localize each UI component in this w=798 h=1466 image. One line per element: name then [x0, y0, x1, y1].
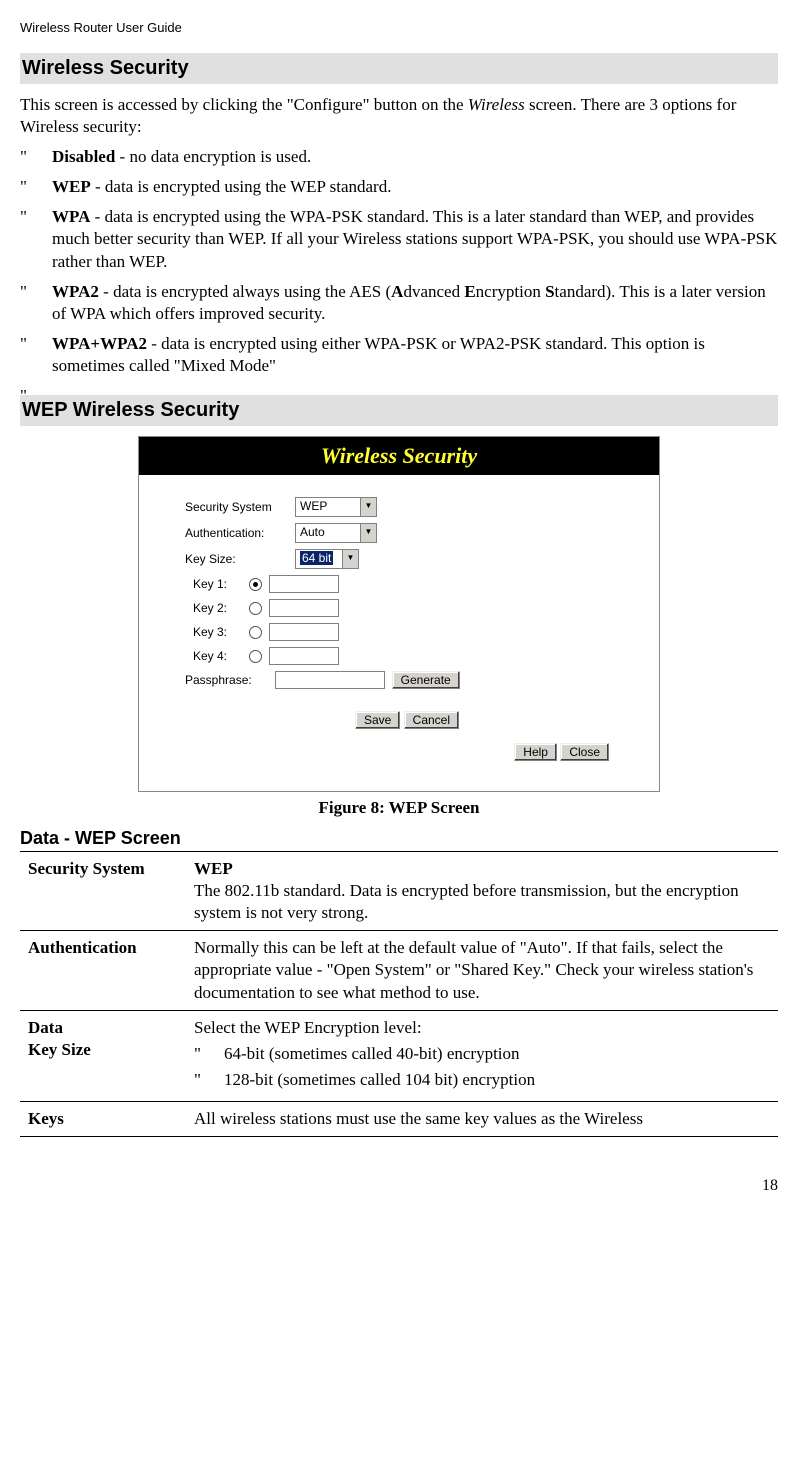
chevron-down-icon: ▼: [360, 498, 376, 516]
bullet-bold: WPA: [52, 207, 90, 226]
close-button[interactable]: Close: [560, 743, 609, 761]
key4-input[interactable]: [269, 647, 339, 665]
cell-keysize-label: Data Key Size: [20, 1010, 186, 1101]
section-wep-heading: WEP Wireless Security: [20, 395, 778, 426]
security-system-value: WEP: [300, 499, 327, 513]
key2-input[interactable]: [269, 599, 339, 617]
data-label2: Key Size: [28, 1040, 91, 1059]
intro-pre: This screen is accessed by clicking the …: [20, 95, 468, 114]
security-options-list: Disabled - no data encryption is used. W…: [20, 146, 778, 377]
key2-label: Key 2:: [185, 601, 249, 615]
bullet-text: - data is encrypted using the WEP standa…: [91, 177, 392, 196]
screenshot-title: Wireless Security: [139, 437, 659, 475]
cell-security-system-label: Security System: [20, 852, 186, 931]
aes-a2: dvanced: [403, 282, 464, 301]
key3-input[interactable]: [269, 623, 339, 641]
intro-paragraph: This screen is accessed by clicking the …: [20, 94, 778, 138]
list-item: WPA - data is encrypted using the WPA-PS…: [20, 206, 778, 272]
chevron-down-icon: ▼: [342, 550, 358, 568]
wep-bold: WEP: [194, 859, 233, 878]
keysize-select[interactable]: 64 bit ▼: [295, 549, 359, 569]
security-system-select[interactable]: WEP ▼: [295, 497, 377, 517]
bullet-text-pre: - data is encrypted always using the AES…: [99, 282, 391, 301]
cell-auth-label: Authentication: [20, 931, 186, 1010]
cell-keysize-desc: Select the WEP Encryption level: 64-bit …: [186, 1010, 778, 1101]
list-item: WPA+WPA2 - data is encrypted using eithe…: [20, 333, 778, 377]
section-wireless-security-heading: Wireless Security: [20, 53, 778, 84]
bullet-text: - data is encrypted using either WPA-PSK…: [52, 334, 705, 375]
cell-auth-desc: Normally this can be left at the default…: [186, 931, 778, 1010]
chevron-down-icon: ▼: [360, 524, 376, 542]
aes-e: E: [464, 282, 475, 301]
list-item: 64-bit (sometimes called 40-bit) encrypt…: [194, 1043, 770, 1065]
wep-data-table: Security System WEP The 802.11b standard…: [20, 851, 778, 1137]
header: Wireless Router User Guide: [20, 20, 778, 35]
bullet-bold: WPA2: [52, 282, 99, 301]
table-row: Security System WEP The 802.11b standard…: [20, 852, 778, 931]
list-item: WEP - data is encrypted using the WEP st…: [20, 176, 778, 198]
cell-keys-label: Keys: [20, 1101, 186, 1136]
wep-screenshot: Wireless Security Security System WEP ▼ A…: [138, 436, 660, 792]
table-row: Authentication Normally this can be left…: [20, 931, 778, 1010]
passphrase-label: Passphrase:: [185, 673, 275, 687]
key4-radio[interactable]: [249, 650, 262, 663]
aes-a: A: [391, 282, 403, 301]
authentication-value: Auto: [300, 525, 325, 539]
data-label1: Data: [28, 1018, 63, 1037]
key3-radio[interactable]: [249, 626, 262, 639]
table-row: Keys All wireless stations must use the …: [20, 1101, 778, 1136]
page-number: 18: [20, 1177, 778, 1195]
keysize-label: Key Size:: [185, 552, 295, 566]
cell-security-system-desc: WEP The 802.11b standard. Data is encryp…: [186, 852, 778, 931]
data-wep-heading: Data - WEP Screen: [20, 828, 778, 849]
figure-caption: Figure 8: WEP Screen: [20, 798, 778, 818]
help-button[interactable]: Help: [514, 743, 557, 761]
table-row: Data Key Size Select the WEP Encryption …: [20, 1010, 778, 1101]
key3-label: Key 3:: [185, 625, 249, 639]
list-item: Disabled - no data encryption is used.: [20, 146, 778, 168]
aes-e2: ncryption: [476, 282, 545, 301]
aes-s: S: [545, 282, 554, 301]
save-button[interactable]: Save: [355, 711, 400, 729]
bullet-bold: WEP: [52, 177, 91, 196]
authentication-label: Authentication:: [185, 526, 295, 540]
passphrase-input[interactable]: [275, 671, 385, 689]
generate-button[interactable]: Generate: [392, 671, 460, 689]
cancel-button[interactable]: Cancel: [404, 711, 459, 729]
bullet-bold: WPA+WPA2: [52, 334, 147, 353]
bullet-text: - data is encrypted using the WPA-PSK st…: [52, 207, 777, 270]
cell-keys-desc: All wireless stations must use the same …: [186, 1101, 778, 1136]
bullet-bold: Disabled: [52, 147, 115, 166]
list-item: WPA2 - data is encrypted always using th…: [20, 281, 778, 325]
authentication-select[interactable]: Auto ▼: [295, 523, 377, 543]
key1-label: Key 1:: [185, 577, 249, 591]
key1-radio[interactable]: [249, 578, 262, 591]
list-item: 128-bit (sometimes called 104 bit) encry…: [194, 1069, 770, 1091]
keysize-bullets: 64-bit (sometimes called 40-bit) encrypt…: [194, 1043, 770, 1091]
key2-radio[interactable]: [249, 602, 262, 615]
intro-italic: Wireless: [468, 95, 525, 114]
keysize-intro: Select the WEP Encryption level:: [194, 1018, 422, 1037]
key1-input[interactable]: [269, 575, 339, 593]
bullet-text: - no data encryption is used.: [115, 147, 311, 166]
wep-desc: The 802.11b standard. Data is encrypted …: [194, 881, 739, 922]
key4-label: Key 4:: [185, 649, 249, 663]
security-system-label: Security System: [185, 500, 295, 514]
keysize-value: 64 bit: [300, 551, 333, 565]
